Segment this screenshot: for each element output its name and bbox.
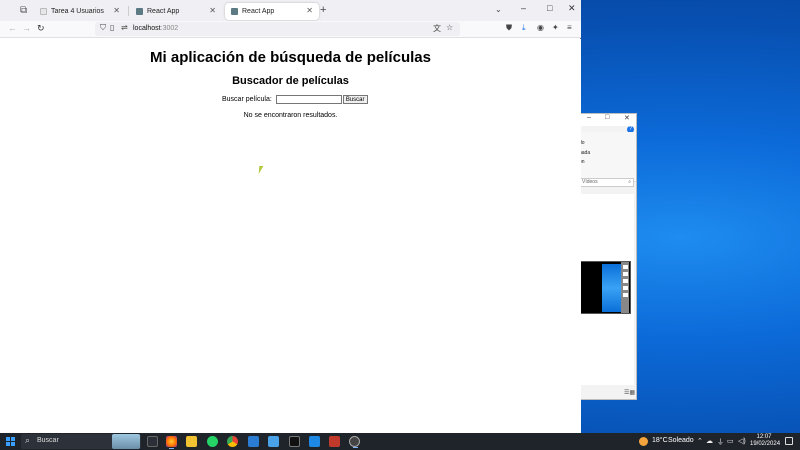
- weather-temp[interactable]: 18°C: [652, 437, 668, 444]
- minimize-icon[interactable]: –: [587, 114, 591, 121]
- explorer-search-placeholder: Vídeos: [582, 179, 598, 185]
- network-icon[interactable]: ▭: [727, 437, 734, 445]
- reload-icon[interactable]: ↻: [37, 23, 45, 34]
- file-explorer-window[interactable]: – □ ✕ ? do nada ón Vídeos ⌕ ☰▦: [578, 113, 637, 400]
- tab-react-app-2[interactable]: React App ✕: [225, 3, 319, 20]
- chrome-icon[interactable]: [227, 436, 238, 447]
- movie-search-input[interactable]: [275, 95, 342, 104]
- close-tab-icon[interactable]: ✕: [113, 6, 120, 15]
- list-all-tabs-icon[interactable]: ⌄: [495, 5, 502, 14]
- search-form: Buscar película: Buscar: [222, 95, 368, 104]
- whatsapp-icon[interactable]: [207, 436, 218, 447]
- thumbnail-image: [602, 264, 622, 312]
- explorer-ribbon: do nada ón: [579, 132, 636, 182]
- url-text[interactable]: localhost:3002: [133, 25, 178, 32]
- film-strip-icon: [621, 262, 629, 313]
- chevron-up-icon[interactable]: ⌃: [697, 437, 703, 445]
- vscode-icon[interactable]: [309, 436, 320, 447]
- git-icon[interactable]: [329, 436, 340, 447]
- firefox-icon[interactable]: [166, 436, 177, 449]
- page-favicon-icon: [40, 8, 47, 15]
- page-title: Mi aplicación de búsqueda de películas: [150, 49, 431, 66]
- url-port: :3002: [160, 25, 179, 32]
- tab-separator: [128, 6, 129, 16]
- browser-window: ⧉ Tarea 4 Usuarios ✕ React App ✕ React A…: [0, 0, 581, 433]
- clock-date: 19/02/2024: [750, 441, 781, 447]
- menu-icon[interactable]: ≡: [567, 23, 572, 32]
- search-highlight-image: [112, 434, 140, 449]
- shield-icon[interactable]: ⛉: [100, 23, 106, 33]
- no-results-message: No se encontraron resultados.: [243, 112, 338, 119]
- back-icon[interactable]: ←: [8, 23, 17, 33]
- forward-icon[interactable]: →: [22, 23, 31, 33]
- weather-text[interactable]: Soleado: [668, 437, 694, 444]
- taskbar-search-placeholder: Buscar: [37, 437, 59, 444]
- video-thumbnail[interactable]: [579, 261, 631, 314]
- maximize-icon[interactable]: □: [605, 114, 609, 121]
- page-icon[interactable]: ▯: [110, 23, 114, 32]
- account-icon[interactable]: ◉: [537, 23, 544, 32]
- usb-icon[interactable]: ⏚: [717, 437, 724, 447]
- search-button[interactable]: Buscar: [342, 95, 368, 104]
- calendar-icon[interactable]: [248, 436, 259, 447]
- tab-overview-icon[interactable]: ⧉: [20, 5, 32, 16]
- tab-title: React App: [147, 8, 180, 15]
- page-subtitle: Buscador de películas: [232, 75, 349, 87]
- url-host: localhost: [133, 25, 161, 32]
- tab-title: Tarea 4 Usuarios: [51, 8, 104, 15]
- tab-strip: ⧉ Tarea 4 Usuarios ✕ React App ✕ React A…: [0, 0, 581, 21]
- permissions-icon[interactable]: ⇌: [121, 23, 128, 32]
- windows-start-icon[interactable]: [6, 437, 15, 446]
- search-icon[interactable]: ⌕: [628, 179, 631, 186]
- address-bar[interactable]: ⛉ ▯ ⇌ localhost:3002 文 ☆: [95, 22, 460, 36]
- minimize-icon[interactable]: –: [521, 3, 526, 13]
- close-tab-icon[interactable]: ✕: [209, 6, 216, 15]
- explorer-search-input[interactable]: Vídeos ⌕: [579, 178, 634, 187]
- explorer-statusbar: ☰▦: [579, 385, 636, 399]
- task-view-icon[interactable]: [147, 436, 158, 447]
- nav-toolbar: ← → ↻ ⛉ ▯ ⇌ localhost:3002 文 ☆ ⛊ ⤓ ◉ ✦ ≡: [0, 21, 581, 38]
- page-content: Mi aplicación de búsqueda de películas B…: [0, 39, 581, 433]
- tab-react-app-1[interactable]: React App ✕: [130, 3, 222, 20]
- weather-sun-icon[interactable]: [639, 437, 648, 446]
- new-tab-button[interactable]: +: [320, 4, 326, 16]
- tab-tarea4[interactable]: Tarea 4 Usuarios ✕: [34, 3, 126, 20]
- close-window-icon[interactable]: ✕: [568, 3, 576, 14]
- react-favicon-icon: [136, 8, 143, 15]
- translate-icon[interactable]: 文: [433, 23, 441, 34]
- volume-icon[interactable]: ◁): [738, 437, 746, 445]
- taskbar: ⌕ Buscar 18°C Soleado ⌃ ☁ ⏚ ▭ ◁) 12:07 1…: [0, 433, 800, 450]
- file-explorer-icon[interactable]: [186, 436, 197, 447]
- download-icon[interactable]: ⤓: [522, 23, 526, 33]
- explorer-titlebar[interactable]: – □ ✕: [579, 114, 636, 126]
- terminal-icon[interactable]: [289, 436, 300, 447]
- view-toggle-icon[interactable]: ☰▦: [624, 389, 635, 396]
- react-favicon-icon: [231, 8, 238, 15]
- close-icon[interactable]: ✕: [624, 114, 630, 122]
- pocket-icon[interactable]: ⛊: [506, 23, 512, 33]
- taskbar-search-box[interactable]: ⌕ Buscar: [21, 434, 141, 449]
- maximize-icon[interactable]: □: [547, 3, 552, 13]
- notification-icon[interactable]: [785, 437, 793, 445]
- mouse-cursor-icon: [258, 166, 264, 174]
- search-icon: ⌕: [25, 435, 31, 445]
- store-icon[interactable]: [268, 436, 279, 447]
- clock-app-icon[interactable]: [349, 436, 360, 448]
- system-clock[interactable]: 12:07 19/02/2024: [750, 434, 781, 448]
- tab-title: React App: [242, 8, 275, 15]
- extensions-icon[interactable]: ✦: [552, 23, 559, 32]
- search-label: Buscar película:: [222, 96, 272, 103]
- onedrive-icon[interactable]: ☁: [706, 437, 713, 445]
- bookmark-star-icon[interactable]: ☆: [446, 23, 453, 32]
- close-tab-icon[interactable]: ✕: [306, 6, 313, 15]
- clock-time: 12:07: [756, 434, 772, 440]
